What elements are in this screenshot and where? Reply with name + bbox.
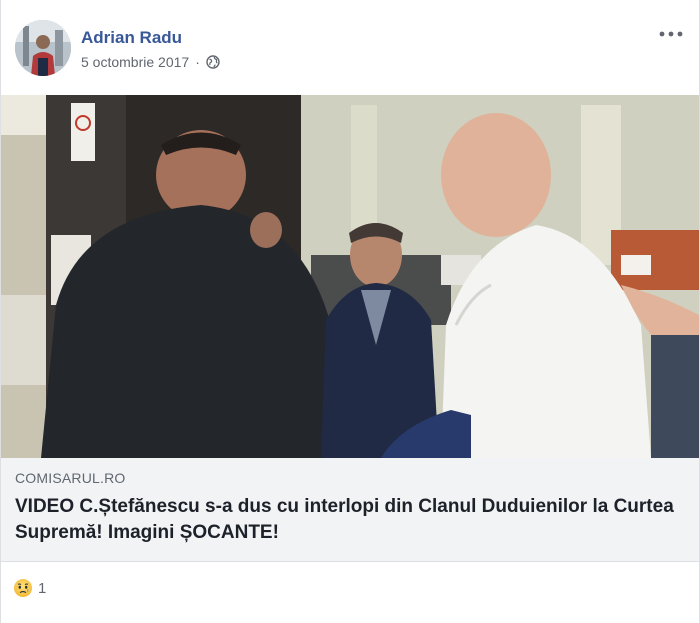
avatar[interactable] bbox=[15, 20, 71, 76]
author-name[interactable]: Adrian Radu bbox=[81, 28, 182, 48]
link-headline[interactable]: VIDEO C.Ștefănescu s-a dus cu interlopi … bbox=[15, 494, 685, 546]
link-preview-image[interactable] bbox=[1, 95, 699, 458]
link-preview[interactable]: COMISARUL.RO VIDEO C.Ștefănescu s-a dus … bbox=[1, 95, 699, 562]
post-card: Adrian Radu 5 octombrie 2017 · COMISARUL… bbox=[0, 0, 700, 623]
sad-reaction-icon[interactable] bbox=[13, 578, 33, 598]
avatar-photo bbox=[15, 20, 71, 76]
globe-icon[interactable] bbox=[206, 55, 220, 69]
post-header: Adrian Radu 5 octombrie 2017 · bbox=[15, 20, 689, 80]
post-date[interactable]: 5 octombrie 2017 bbox=[81, 54, 189, 70]
reaction-count: 1 bbox=[38, 579, 47, 597]
post-meta: 5 octombrie 2017 · bbox=[81, 54, 220, 70]
more-options-icon[interactable] bbox=[657, 22, 685, 46]
date-separator: · bbox=[195, 54, 200, 70]
link-source: COMISARUL.RO bbox=[15, 470, 126, 486]
link-caption[interactable]: COMISARUL.RO VIDEO C.Ștefănescu s-a dus … bbox=[1, 458, 699, 562]
reactions-summary[interactable]: 1 bbox=[13, 578, 46, 598]
